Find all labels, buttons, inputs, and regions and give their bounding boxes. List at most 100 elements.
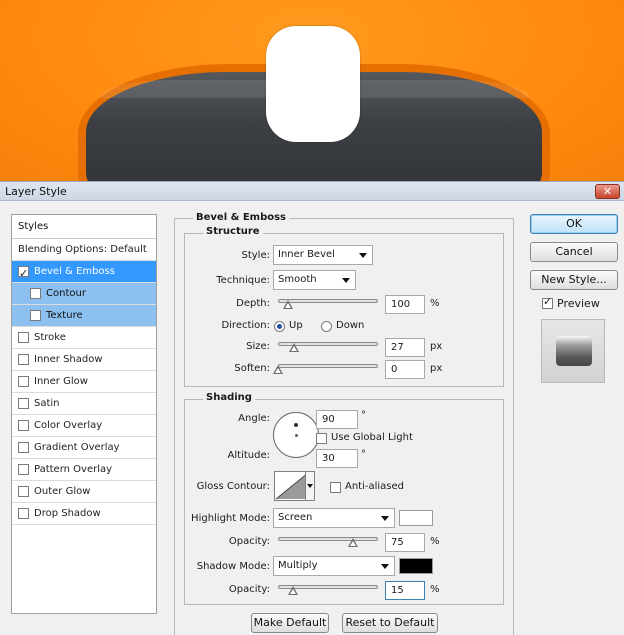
- angle-value: 90: [322, 414, 335, 425]
- highlight-mode-select[interactable]: Screen: [273, 508, 395, 528]
- close-button[interactable]: ✕: [595, 184, 620, 199]
- highlight-opacity-unit: %: [430, 536, 440, 547]
- direction-down-label[interactable]: Down: [336, 320, 364, 331]
- angle-unit: °: [361, 410, 366, 421]
- depth-label: Depth:: [236, 298, 270, 309]
- bevel-emboss-checkbox[interactable]: [18, 263, 29, 285]
- preview-label[interactable]: Preview: [557, 297, 600, 310]
- anti-aliased-checkbox[interactable]: [330, 482, 341, 493]
- size-input[interactable]: 27: [385, 338, 425, 357]
- chevron-down-icon: [381, 516, 389, 521]
- global-light-checkbox[interactable]: [316, 433, 327, 444]
- style-select[interactable]: Inner Bevel: [273, 245, 373, 265]
- depth-slider[interactable]: [278, 295, 378, 309]
- direction-up-radio[interactable]: [274, 321, 285, 332]
- style-item-inner-glow[interactable]: Inner Glow: [12, 371, 156, 393]
- style-label: Style:: [241, 250, 271, 261]
- style-item-label: Inner Shadow: [34, 353, 103, 365]
- direction-label: Direction:: [221, 320, 270, 331]
- altitude-input[interactable]: 30: [316, 449, 358, 468]
- shadow-opacity-slider[interactable]: [278, 581, 378, 595]
- shadow-color-swatch[interactable]: [399, 558, 433, 574]
- preview-swatch-shape: [556, 336, 592, 366]
- style-item-drop-shadow[interactable]: Drop Shadow: [12, 503, 156, 525]
- slider-thumb[interactable]: [289, 343, 299, 352]
- angle-input[interactable]: 90: [316, 410, 358, 429]
- style-item-pattern-overlay[interactable]: Pattern Overlay: [12, 459, 156, 481]
- slider-thumb[interactable]: [348, 538, 358, 547]
- satin-checkbox[interactable]: [18, 398, 29, 409]
- style-item-inner-shadow[interactable]: Inner Shadow: [12, 349, 156, 371]
- style-item-label: Inner Glow: [34, 375, 88, 387]
- style-item-bevel-emboss[interactable]: Bevel & Emboss: [12, 261, 156, 285]
- shading-title: Shading: [203, 392, 255, 403]
- highlight-opacity-value: 75: [391, 537, 404, 548]
- contour-checkbox[interactable]: [30, 288, 41, 299]
- depth-unit: %: [430, 298, 440, 309]
- global-light-label[interactable]: Use Global Light: [331, 432, 413, 443]
- outer-glow-checkbox[interactable]: [18, 486, 29, 497]
- white-knob-shape: [266, 26, 360, 142]
- gradient-overlay-checkbox[interactable]: [18, 442, 29, 453]
- depth-input[interactable]: 100: [385, 295, 425, 314]
- soften-input[interactable]: 0: [385, 360, 425, 379]
- highlight-mode-label: Highlight Mode:: [191, 513, 270, 524]
- style-item-contour[interactable]: Contour: [12, 283, 156, 305]
- style-item-label: Color Overlay: [34, 419, 103, 431]
- style-item-stroke[interactable]: Stroke: [12, 327, 156, 349]
- highlight-color-swatch[interactable]: [399, 510, 433, 526]
- new-style-button[interactable]: New Style...: [530, 270, 618, 290]
- slider-thumb[interactable]: [288, 586, 298, 595]
- highlight-opacity-slider[interactable]: [278, 533, 378, 547]
- style-item-label: Gradient Overlay: [34, 441, 120, 453]
- blending-options-item[interactable]: Blending Options: Default: [12, 239, 156, 261]
- shadow-opacity-label: Opacity:: [228, 584, 270, 595]
- style-item-satin[interactable]: Satin: [12, 393, 156, 415]
- highlight-opacity-input[interactable]: 75: [385, 533, 425, 552]
- style-item-texture[interactable]: Texture: [12, 305, 156, 327]
- reset-to-default-button[interactable]: Reset to Default: [342, 613, 438, 633]
- angle-dial[interactable]: [273, 412, 319, 458]
- slider-thumb[interactable]: [283, 300, 293, 309]
- layer-style-dialog: Styles Blending Options: Default Bevel &…: [0, 201, 624, 635]
- color-overlay-checkbox[interactable]: [18, 420, 29, 431]
- style-select-value: Inner Bevel: [278, 249, 335, 260]
- drop-shadow-checkbox[interactable]: [18, 508, 29, 519]
- shadow-mode-select[interactable]: Multiply: [273, 556, 395, 576]
- style-item-label: Outer Glow: [34, 485, 91, 497]
- gloss-contour-dropdown[interactable]: [305, 471, 315, 501]
- anti-aliased-label[interactable]: Anti-aliased: [345, 481, 404, 492]
- slider-thumb[interactable]: [273, 365, 283, 374]
- technique-select[interactable]: Smooth: [273, 270, 356, 290]
- blending-options-label: Blending Options: Default: [18, 243, 147, 255]
- shadow-opacity-input[interactable]: 15: [385, 581, 425, 600]
- stroke-checkbox[interactable]: [18, 332, 29, 343]
- style-item-color-overlay[interactable]: Color Overlay: [12, 415, 156, 437]
- preview-checkbox[interactable]: [542, 295, 553, 309]
- chevron-down-icon: [342, 278, 350, 283]
- style-item-gradient-overlay[interactable]: Gradient Overlay: [12, 437, 156, 459]
- altitude-value: 30: [322, 453, 335, 464]
- size-unit: px: [430, 341, 443, 352]
- slider-track: [278, 537, 378, 541]
- canvas-preview: [0, 0, 624, 181]
- pattern-overlay-checkbox[interactable]: [18, 464, 29, 475]
- style-item-outer-glow[interactable]: Outer Glow: [12, 481, 156, 503]
- direction-up-label[interactable]: Up: [289, 320, 303, 331]
- altitude-label: Altitude:: [227, 450, 270, 461]
- size-slider[interactable]: [278, 338, 378, 352]
- size-label: Size:: [246, 341, 270, 352]
- style-item-label: Drop Shadow: [34, 507, 101, 519]
- soften-label: Soften:: [234, 363, 270, 374]
- soften-slider[interactable]: [273, 360, 378, 374]
- depth-value: 100: [391, 299, 411, 310]
- styles-header[interactable]: Styles: [12, 215, 156, 239]
- cancel-button[interactable]: Cancel: [530, 242, 618, 262]
- inner-shadow-checkbox[interactable]: [18, 354, 29, 365]
- direction-down-radio[interactable]: [321, 321, 332, 332]
- ok-button[interactable]: OK: [530, 214, 618, 234]
- slider-track: [278, 299, 378, 303]
- inner-glow-checkbox[interactable]: [18, 376, 29, 387]
- texture-checkbox[interactable]: [30, 310, 41, 321]
- make-default-button[interactable]: Make Default: [251, 613, 329, 633]
